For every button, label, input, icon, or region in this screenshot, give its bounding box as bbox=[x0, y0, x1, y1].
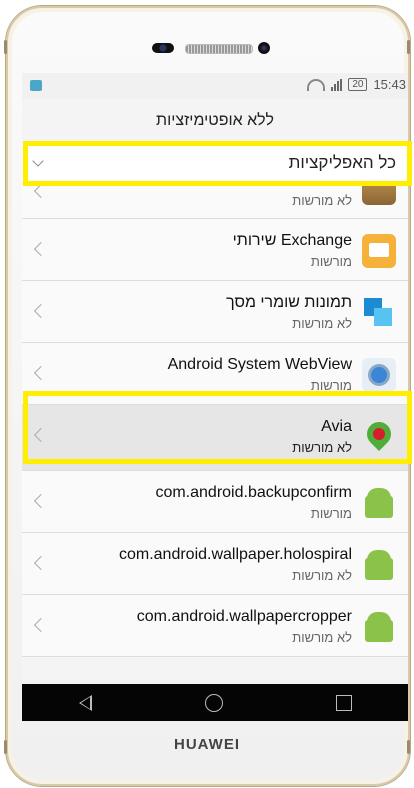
app-filter-dropdown[interactable]: כל האפליקציות bbox=[22, 143, 408, 183]
battery-icon: 20 bbox=[348, 78, 368, 91]
status-time: 15:43 bbox=[373, 77, 406, 92]
list-item[interactable]: Android System WebView מורשות bbox=[22, 343, 408, 405]
list-item[interactable]: לא מורשות bbox=[22, 181, 408, 219]
app-list: לא מורשות שירותי Exchange מורשות תמונות … bbox=[22, 181, 408, 657]
chevron-left-icon bbox=[33, 617, 49, 633]
chevron-down-icon bbox=[32, 154, 44, 167]
home-icon[interactable] bbox=[204, 693, 223, 712]
app-name: שירותי Exchange bbox=[232, 232, 352, 249]
screensaver-icon bbox=[362, 296, 396, 330]
chevron-left-icon bbox=[33, 241, 49, 257]
back-icon[interactable] bbox=[78, 694, 92, 711]
exchange-mail-icon bbox=[362, 234, 396, 268]
app-name: com.android.wallpaper.holospiral bbox=[118, 546, 352, 563]
app-name: com.android.wallpapercropper bbox=[136, 608, 352, 625]
chevron-left-icon bbox=[33, 427, 49, 443]
gallery-notification-icon bbox=[30, 80, 42, 91]
page-title: ללא אופטימיזציות bbox=[22, 99, 408, 143]
app-status: לא מורשות bbox=[292, 568, 352, 583]
avia-icon bbox=[362, 420, 396, 454]
list-item[interactable]: com.android.wallpaper.holospiral לא מורש… bbox=[22, 533, 408, 595]
recent-apps-icon[interactable] bbox=[335, 694, 352, 711]
app-status: מורשות bbox=[310, 506, 352, 521]
webview-gear-icon bbox=[362, 358, 396, 392]
chevron-left-icon bbox=[33, 493, 49, 509]
app-status: לא מורשות bbox=[292, 316, 352, 331]
chevron-left-icon bbox=[33, 303, 49, 319]
list-item[interactable]: תמונות שומרי מסך לא מורשות bbox=[22, 281, 408, 343]
brand-logo: HUAWEI bbox=[174, 736, 240, 753]
android-icon bbox=[362, 610, 396, 644]
list-item[interactable]: com.android.wallpapercropper לא מורשות bbox=[22, 595, 408, 657]
app-status: לא מורשות bbox=[292, 193, 352, 208]
screen: 20 15:43 ללא אופטימיזציות כל האפליקציות … bbox=[22, 73, 408, 684]
app-name: תמונות שומרי מסך bbox=[226, 294, 352, 311]
chevron-left-icon bbox=[33, 555, 49, 571]
app-name: Android System WebView bbox=[167, 356, 352, 373]
android-icon bbox=[362, 486, 396, 520]
signal-icon bbox=[331, 78, 343, 91]
wifi-icon bbox=[307, 78, 326, 91]
front-camera bbox=[152, 43, 174, 53]
app-name: Avia bbox=[321, 418, 352, 435]
navigation-bar bbox=[22, 684, 408, 721]
status-icons: 20 15:43 bbox=[307, 77, 406, 92]
list-item[interactable]: Avia לא מורשות bbox=[22, 405, 408, 471]
filter-label: כל האפליקציות bbox=[288, 152, 396, 172]
app-status: לא מורשות bbox=[292, 440, 352, 455]
status-bar: 20 15:43 bbox=[22, 73, 408, 99]
app-status: מורשות bbox=[310, 254, 352, 269]
sensor bbox=[258, 42, 270, 54]
side-button bbox=[407, 40, 410, 54]
earpiece-speaker bbox=[185, 44, 253, 54]
app-status: מורשות bbox=[310, 378, 352, 393]
chevron-left-icon bbox=[33, 365, 49, 381]
list-item[interactable]: שירותי Exchange מורשות bbox=[22, 219, 408, 281]
app-name: com.android.backupconfirm bbox=[155, 484, 352, 501]
wallet-icon bbox=[362, 181, 396, 205]
app-status: לא מורשות bbox=[292, 630, 352, 645]
android-icon bbox=[362, 548, 396, 582]
chevron-left-icon bbox=[33, 183, 49, 199]
list-item[interactable]: com.android.backupconfirm מורשות bbox=[22, 471, 408, 533]
side-button bbox=[4, 40, 7, 54]
